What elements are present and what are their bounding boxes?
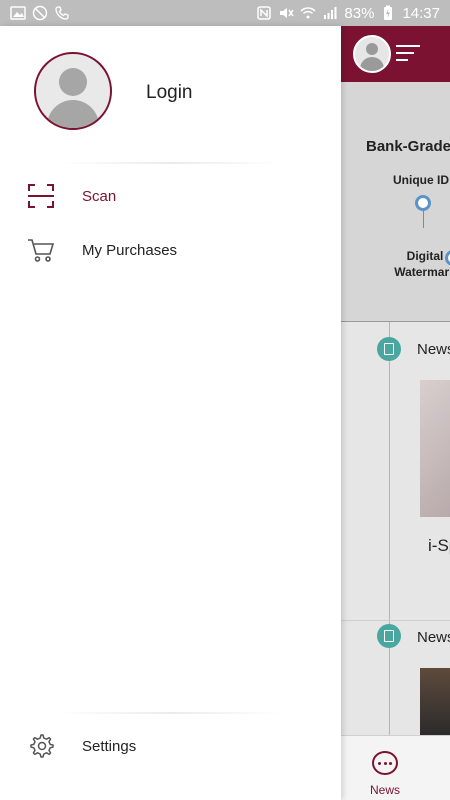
news-icon [377,624,401,648]
menu-item-label: Scan [82,187,117,205]
cart-icon [28,239,55,262]
divider [60,162,282,164]
battery-percent: 83% [344,4,375,22]
news-icon [377,337,401,361]
call-notification-icon [55,6,69,20]
news-image[interactable] [420,380,450,517]
promo-banner: Bank-Grade Unique ID Digital Watermark [341,82,450,321]
menu-icon[interactable] [396,43,422,63]
divider [60,712,282,714]
background-app: Bank-Grade Unique ID Digital Watermark N… [341,26,450,800]
image-notification-icon [10,6,26,20]
bottom-tab-bar: News [341,735,450,800]
menu-item-label: My Purchases [82,241,178,259]
timeline-line [423,210,424,228]
menu-item-settings[interactable]: Settings [0,724,341,768]
divider [341,620,450,621]
menu-item-scan[interactable]: Scan [0,174,341,218]
settings-label: Settings [82,737,137,755]
login-label[interactable]: Login [146,82,193,104]
promo-label-digital-watermark: Digital Watermark [394,249,450,279]
battery-charging-icon [384,5,393,20]
wifi-icon [300,7,316,19]
nfc-icon [257,6,272,20]
profile-avatar[interactable] [34,52,112,130]
news-heading-1: News [417,341,450,358]
mute-icon [280,8,295,18]
scan-icon [28,184,54,208]
news-heading-2: News [417,629,450,646]
promo-label-unique-id: Unique ID [393,173,449,187]
news-image[interactable] [420,668,450,735]
gear-icon [30,734,54,758]
promo-title: Bank-Grade [366,138,450,155]
status-bar: 83% 14:37 [0,0,450,26]
header-avatar[interactable] [353,35,391,73]
feed-timeline-line [389,322,390,735]
navigation-drawer: Login Scan My Purchases Settings [0,26,341,800]
blocked-notification-icon [32,5,48,21]
news-card-text[interactable]: i-Sp [428,536,450,556]
signal-icon [324,7,337,19]
clock: 14:37 [402,4,440,22]
tab-news-label[interactable]: News [370,783,400,797]
timeline-dot [415,195,431,211]
chat-bubble-icon[interactable] [372,751,398,775]
app-header [341,26,450,82]
menu-item-my-purchases[interactable]: My Purchases [0,228,341,272]
